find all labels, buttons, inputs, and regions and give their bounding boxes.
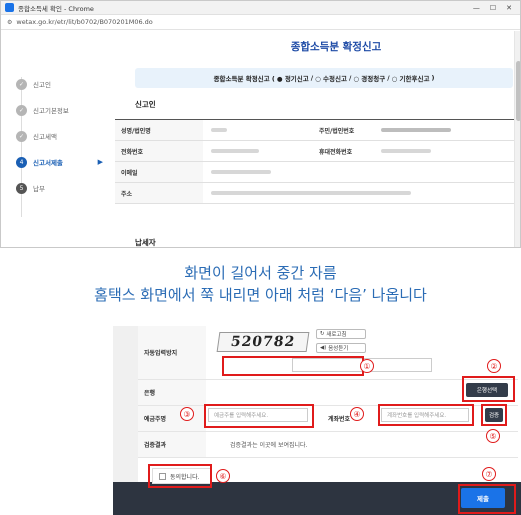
email-label: 이메일 [115,162,203,182]
page-title: 종합소득분 확정신고 [290,41,382,53]
table-row: 주소 [115,183,515,204]
site-info-icon[interactable]: ⚙ [7,19,12,26]
step-label: 신고서제출 [33,159,63,167]
annotation-mark-7: ⑦ [482,467,496,481]
browser-window: 종합소득세 확인 - Chrome — ☐ ✕ ⚙ wetax.go.kr/et… [0,0,521,248]
audio-label: 음성듣기 [328,346,349,352]
step-number: 4 [16,156,27,168]
page-content: 종합소득분 확정신고 ✓ 신고인 ✓ 신고기본정보 ✓ 신고세액 4 신고서제출… [1,31,520,247]
check-icon: ✓ [16,130,27,142]
annotation-mark-5: ⑤ [486,429,500,443]
annotation-mark-3: ③ [180,407,194,421]
banner-suffix: ) [431,74,435,82]
address-label: 주소 [115,183,203,203]
check-icon: ✓ [16,104,27,116]
radio-correction[interactable]: ○ 경정청구 [353,73,385,83]
banner-prefix: 종합소득분 확정신고 ( [213,75,275,83]
verify-result-row: 검증결과 검증결과는 이곳에 보여집니다. [138,432,518,458]
step-label: 납부 [33,185,45,193]
mobile-value-redacted [373,141,515,161]
table-row: 전화번호 휴대전화번호 [115,141,515,162]
radio-late[interactable]: ○ 기한후신고 [392,73,430,83]
caption-line-2: 홈택스 화면에서 쭉 내리면 아래 처럼 ‘다음’ 나옵니다 [94,286,427,304]
annotation-box-2 [462,376,515,402]
bank-label: 은행 [138,380,206,405]
step-tax-amount[interactable]: ✓ 신고세액 [6,123,111,149]
section-reporter-title: 신고인 [135,100,156,109]
speaker-icon: ◀) [320,345,329,351]
page-scrollbar[interactable] [514,31,520,247]
radio-amended[interactable]: ○ 수정신고 [315,73,347,83]
annotation-box-4 [378,404,474,426]
table-row: 성명/법인명 주민/법인번호 [115,120,515,141]
close-icon[interactable]: ✕ [506,4,512,12]
step-basic-info[interactable]: ✓ 신고기본정보 [6,97,111,123]
phone-value-redacted [203,141,313,161]
email-value-redacted [203,162,515,182]
app-icon [5,3,14,12]
address-value-redacted [203,183,515,203]
step-number: 5 [16,182,27,194]
step-payment[interactable]: 5 납부 [6,175,111,201]
annotation-caption: 화면이 길어서 중간 자름 홈택스 화면에서 쭉 내리면 아래 처럼 ‘다음’ … [0,262,521,306]
annotation-box-7 [458,484,516,514]
check-icon: ✓ [16,78,27,90]
step-label: 신고세액 [33,133,57,141]
holder-label: 예금주명 [138,406,206,431]
name-label: 성명/법인명 [115,120,203,140]
radio-regular[interactable]: ● 정기신고 [277,73,309,83]
annotation-mark-4: ④ [350,407,364,421]
annotation-mark-6: ⑥ [216,469,230,483]
step-reporter[interactable]: ✓ 신고인 [6,71,111,97]
id-label: 주민/법인번호 [313,120,373,140]
step-label: 신고인 [33,81,51,89]
annotation-box-6 [148,464,212,488]
step-label: 신고기본정보 [33,107,69,115]
result-text: 검증결과는 이곳에 보여집니다. [230,442,308,449]
annotation-mark-2: ② [487,359,501,373]
annotation-box-1 [222,356,364,376]
window-title: 종합소득세 확인 - Chrome [18,4,94,13]
scrollbar-thumb[interactable] [516,61,520,121]
captcha-audio-button[interactable]: ◀) 음성듣기 [316,343,366,353]
minimize-icon[interactable]: — [473,4,480,12]
caret-right-icon: ▶ [97,158,103,166]
table-row: 이메일 [115,162,515,183]
captcha-label: 자동입력방지 [138,326,206,379]
step-submit-form[interactable]: 4 신고서제출 ▶ [6,149,111,175]
form-left-gutter [113,326,138,486]
report-type-banner: 종합소득분 확정신고 ( ● 정기신고 / ○ 수정신고 / ○ 경정청구 / … [135,68,513,88]
annotation-mark-1: ① [360,359,374,373]
section-taxpayer-title: 납세자 [135,238,156,247]
mobile-label: 휴대전화번호 [313,141,373,161]
url-text[interactable]: wetax.go.kr/etr/lit/b0702/B070201M06.do [16,18,152,26]
maximize-icon[interactable]: ☐ [490,4,496,12]
annotation-box-5 [481,404,507,426]
id-value-redacted [373,120,515,140]
refresh-label: 새로고침 [326,332,347,338]
result-label: 검증결과 [138,432,206,457]
captcha-image: 520782 [216,332,310,352]
bank-row: 은행 [138,380,518,406]
caption-line-1: 화면이 길어서 중간 자름 [184,264,337,282]
name-value-redacted [203,120,313,140]
reporter-table: 성명/법인명 주민/법인번호 전화번호 휴대전화번호 이메일 주소 [115,119,515,204]
annotation-box-3 [204,404,314,428]
step-sidebar: ✓ 신고인 ✓ 신고기본정보 ✓ 신고세액 4 신고서제출 ▶ 5 납부 [6,71,111,217]
browser-titlebar: 종합소득세 확인 - Chrome — ☐ ✕ [1,1,520,15]
captcha-refresh-button[interactable]: ↻ 새로고침 [316,329,366,339]
phone-label: 전화번호 [115,141,203,161]
address-bar[interactable]: ⚙ wetax.go.kr/etr/lit/b0702/B070201M06.d… [1,15,520,30]
